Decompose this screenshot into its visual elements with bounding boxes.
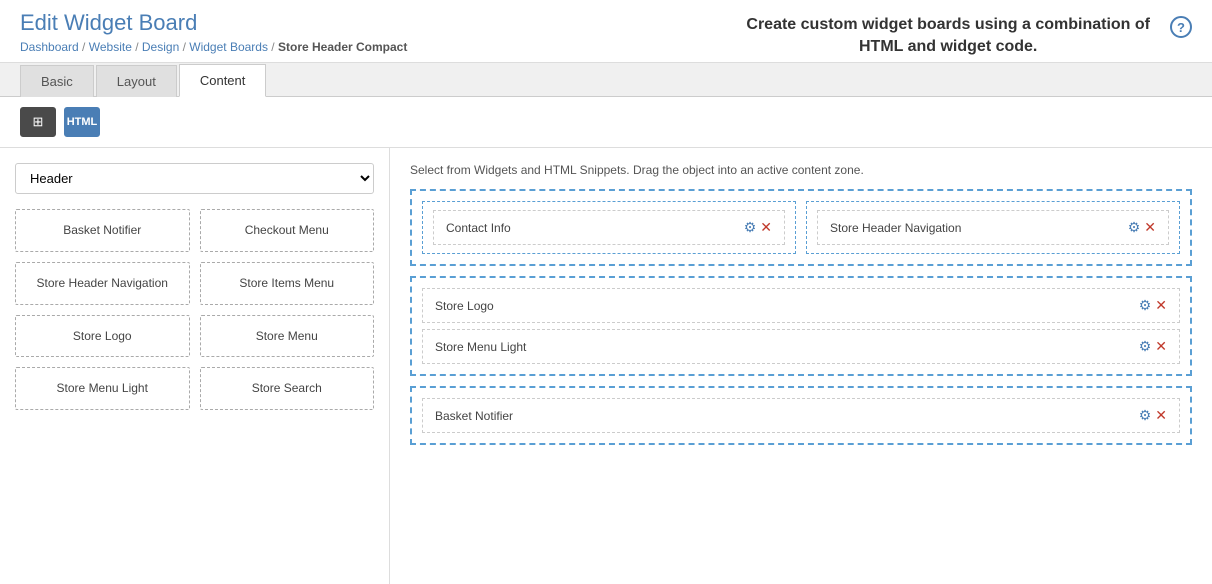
breadcrumb-current: Store Header Compact	[278, 40, 407, 54]
tab-content[interactable]: Content	[179, 64, 267, 97]
widget-store-menu-light[interactable]: Store Menu Light	[15, 367, 190, 410]
placed-store-menu-light: Store Menu Light ⚙ ✕	[422, 329, 1180, 364]
placed-store-logo-label: Store Logo	[435, 299, 494, 313]
breadcrumb-design[interactable]: Design	[142, 40, 179, 54]
delete-store-menu-light-icon[interactable]: ✕	[1155, 338, 1167, 355]
help-icon[interactable]: ?	[1170, 16, 1192, 38]
placed-store-logo: Store Logo ⚙ ✕	[422, 288, 1180, 323]
settings-store-header-nav-icon[interactable]: ⚙	[1128, 219, 1141, 236]
left-panel: Header Basket Notifier Checkout Menu Sto…	[0, 148, 390, 584]
zone1-col1: Contact Info ⚙ ✕	[422, 201, 796, 254]
placed-basket-notifier-label: Basket Notifier	[435, 409, 513, 423]
delete-contact-info-icon[interactable]: ✕	[760, 219, 772, 236]
zone1-col2: Store Header Navigation ⚙ ✕	[806, 201, 1180, 254]
widget-store-logo[interactable]: Store Logo	[15, 315, 190, 358]
breadcrumb-dashboard[interactable]: Dashboard	[20, 40, 79, 54]
sub-tab-widgets[interactable]: ⊞	[20, 107, 56, 137]
widget-checkout-menu[interactable]: Checkout Menu	[200, 209, 375, 252]
delete-store-header-nav-icon[interactable]: ✕	[1144, 219, 1156, 236]
breadcrumb-website[interactable]: Website	[89, 40, 132, 54]
settings-store-menu-light-icon[interactable]: ⚙	[1139, 338, 1152, 355]
edit-contact-info-icon[interactable]: ⚙	[744, 219, 757, 236]
header-dropdown[interactable]: Header	[15, 163, 374, 194]
placed-contact-info: Contact Info ⚙ ✕	[433, 210, 785, 245]
instructions: Select from Widgets and HTML Snippets. D…	[410, 163, 1192, 177]
content-zone-2: Store Logo ⚙ ✕ Store Menu Light ⚙ ✕	[410, 276, 1192, 376]
widget-store-search[interactable]: Store Search	[200, 367, 375, 410]
right-panel: Select from Widgets and HTML Snippets. D…	[390, 148, 1212, 584]
delete-store-logo-icon[interactable]: ✕	[1155, 297, 1167, 314]
sub-tab-html[interactable]: HTML	[64, 107, 100, 137]
settings-basket-notifier-icon[interactable]: ⚙	[1139, 407, 1152, 424]
placed-store-header-nav-label: Store Header Navigation	[830, 221, 961, 235]
sub-tabs: ⊞ HTML	[0, 97, 1212, 148]
widget-basket-notifier[interactable]: Basket Notifier	[15, 209, 190, 252]
tabs-bar: Basic Layout Content	[0, 63, 1212, 97]
settings-store-logo-icon[interactable]: ⚙	[1139, 297, 1152, 314]
widget-store-menu[interactable]: Store Menu	[200, 315, 375, 358]
placed-store-header-navigation: Store Header Navigation ⚙ ✕	[817, 210, 1169, 245]
content-zone-3: Basket Notifier ⚙ ✕	[410, 386, 1192, 445]
widget-store-items-menu[interactable]: Store Items Menu	[200, 262, 375, 305]
content-zone-1: Contact Info ⚙ ✕ Store Header Navigation	[410, 189, 1192, 266]
placed-store-menu-light-label: Store Menu Light	[435, 340, 526, 354]
placed-basket-notifier: Basket Notifier ⚙ ✕	[422, 398, 1180, 433]
placed-contact-info-label: Contact Info	[446, 221, 511, 235]
widget-grid: Basket Notifier Checkout Menu Store Head…	[15, 209, 374, 410]
delete-basket-notifier-icon[interactable]: ✕	[1155, 407, 1167, 424]
tagline: Create custom widget boards using a comb…	[746, 10, 1150, 59]
page-title: Edit Widget Board	[20, 10, 407, 36]
breadcrumb: Dashboard / Website / Design / Widget Bo…	[20, 40, 407, 62]
tab-layout[interactable]: Layout	[96, 65, 177, 97]
breadcrumb-widget-boards[interactable]: Widget Boards	[189, 40, 268, 54]
tab-basic[interactable]: Basic	[20, 65, 94, 97]
widget-store-header-navigation[interactable]: Store Header Navigation	[15, 262, 190, 305]
